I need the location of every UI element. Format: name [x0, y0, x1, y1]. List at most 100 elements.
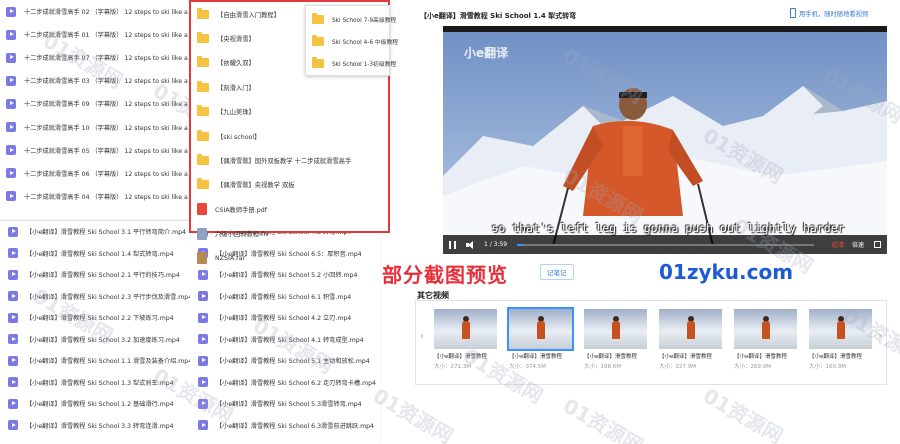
folder-item[interactable]: 六级小回转教程.flv [191, 222, 388, 246]
video-frame [443, 26, 887, 254]
progress-fill [517, 243, 524, 246]
video-thumbnail[interactable]: 【小e翻译】滑雪教程 大小：269.9M [734, 309, 797, 370]
file-item[interactable]: 十二步成就滑雪高手 04 （字幕版） 12 steps to ski like … [0, 185, 190, 208]
folder-item[interactable]: 【刻滑入门】 [191, 75, 388, 99]
video-thumbnail[interactable]: 【小e翻译】滑雪教程 大小：227.9M [659, 309, 722, 370]
file-name: 【小e翻译】滑雪教程 Ski School 5.2 小回转.mp4 [216, 272, 358, 280]
video-file-icon [8, 377, 18, 388]
file-item[interactable]: 【小e翻译】滑雪教程 Ski School 3.2 加速度练习.mp4 [0, 329, 190, 351]
mobile-link-label: 用手机，随时随地看视频 [799, 10, 869, 18]
folder-name: 【央视滑雪】 [217, 36, 255, 44]
folder-item[interactable]: CSIA教师手册.pdf [191, 197, 388, 221]
file-item[interactable]: 【小e翻译】滑雪教程 Ski School 3.1 平行转弯简介.mp4 [0, 221, 190, 243]
video-thumbnail[interactable]: 【小e翻译】滑雪教程 大小：198.6M [584, 309, 647, 370]
video-thumbnail[interactable]: 【小e翻译】滑雪教程 大小：271.3M [434, 309, 497, 370]
thumbnail-size: 大小：374.5M [509, 364, 546, 370]
file-item[interactable]: 十二步成就滑雪高手 09 （字幕版） 12 steps to ski like … [0, 92, 190, 115]
file-item[interactable]: 十二步成就滑雪高手 02 （字幕版） 12 steps to ski like … [0, 0, 190, 23]
file-item[interactable]: 【小e翻译】滑雪教程 Ski School 2.2 下坡练习.mp4 [0, 307, 190, 329]
file-item[interactable]: 【小e翻译】滑雪教程 Ski School 6.2 走刃转弯卡槽.mp4 [190, 372, 380, 394]
quality-button[interactable]: 超清 [832, 240, 844, 249]
fullscreen-icon[interactable] [874, 241, 881, 248]
video-title: 【小e翻译】滑雪教程 Ski School 1.4 犁式转弯 [420, 12, 577, 20]
file-name: 【小e翻译】滑雪教程 Ski School 3.1 平行转弯简介.mp4 [26, 229, 186, 237]
file-name: 【小e翻译】滑雪教程 Ski School 3.2 加速度练习.mp4 [26, 336, 180, 344]
progress-bar[interactable] [517, 243, 814, 246]
thumbnail-strip: ‹ › 【小e翻译】滑雪教程 大小：271.3M 【小e翻译】滑雪教程 大小：374.… [415, 300, 887, 385]
arrow-right-icon[interactable]: › [878, 331, 882, 342]
file-name: 【小e翻译】滑雪教程 Ski School 6.2 走刃转弯卡槽.mp4 [216, 379, 376, 387]
file-item[interactable]: 【小e翻译】滑雪教程 Ski School 1.1 滑雪及装备介绍.mp4 [0, 350, 190, 372]
file-name: 十二步成就滑雪高手 04 （字幕版） 12 steps to ski like … [24, 193, 190, 201]
file-name: 【小e翻译】滑雪教程 Ski School 4.1 转弯成型.mp4 [216, 336, 364, 344]
thumbnail-size: 大小：198.6M [584, 364, 621, 370]
file-item[interactable]: 【小e翻译】滑雪教程 Ski School 3.3 转弯连滑.mp4 [0, 415, 190, 437]
file-item[interactable]: 【小e翻译】滑雪教程 Ski School 6.3滑雪前进跳跃.mp4 [190, 415, 380, 437]
file-name: 【小e翻译】滑雪教程 Ski School 1.4 犁式转弯.mp4 [26, 250, 174, 258]
folder-item[interactable]: 【九山美珠】 [191, 100, 388, 124]
file-item[interactable]: 十二步成就滑雪高手 10 （字幕版） 12 steps to ski like … [0, 115, 190, 138]
file-name: 【小e翻译】滑雪教程 Ski School 2.3 平行步伐及滑雪.mp4 [26, 293, 190, 301]
volume-icon[interactable] [466, 240, 476, 249]
video-thumbnail[interactable]: 【小e翻译】滑雪教程 大小：160.3M [809, 309, 872, 370]
file-name: 【小e翻译】滑雪教程 Ski School 3.3 转弯连滑.mp4 [26, 422, 174, 430]
file-item[interactable]: 【小e翻译】滑雪教程 Ski School 5.1 主动和放松.mp4 [190, 350, 380, 372]
file-name: 十二步成就滑雪高手 09 （字幕版） 12 steps to ski like … [24, 101, 190, 109]
player-controls: 1 / 3:59 超清 倍速 [443, 235, 887, 254]
submenu-item[interactable]: Ski School 4-6 中级教程 [306, 30, 398, 52]
folder-item[interactable]: 【偶滑雪歌】央视教学 双板 [191, 173, 388, 197]
file-item[interactable]: 【小e翻译】滑雪教程 Ski School 1.3 犁式刹车.mp4 [0, 372, 190, 394]
file-item[interactable]: 【小e翻译】滑雪教程 Ski School 1.2 基础滑行.mp4 [0, 393, 190, 415]
submenu-label: Ski School 1-3初级教程 [332, 61, 397, 68]
video-file-icon [8, 291, 18, 302]
video-thumbnail[interactable]: 【小e翻译】滑雪教程 大小：374.5M [507, 307, 574, 370]
file-item[interactable]: 十二步成就滑雪高手 06 （字幕版） 12 steps to ski like … [0, 162, 190, 185]
file-item[interactable]: 【小e翻译】滑雪教程 Ski School 4.2 立刃.mp4 [190, 307, 380, 329]
file-item[interactable]: 【小e翻译】滑雪教程 Ski School 4.1 转弯成型.mp4 [190, 329, 380, 351]
file-item[interactable]: 【小e翻译】滑雪教程 Ski School 2.1 平行的技巧.mp4 [0, 264, 190, 286]
folder-icon [197, 154, 209, 166]
video-file-icon [197, 227, 207, 240]
pause-icon[interactable] [449, 240, 456, 249]
note-button[interactable]: 记笔记 [540, 264, 574, 280]
folder-icon [197, 56, 209, 68]
folder-name: NZSIA.rar [215, 254, 246, 262]
phone-icon [790, 8, 796, 18]
file-item[interactable]: 十二步成就滑雪高手 07 （字幕版） 12 steps to ski like … [0, 46, 190, 69]
file-item[interactable]: 【小e翻译】滑雪教程 Ski School 1.4 犁式转弯.mp4 [0, 243, 190, 265]
video-file-icon [6, 191, 16, 202]
submenu-item[interactable]: Ski School 1-3初级教程 [306, 52, 396, 74]
file-name: 【小e翻译】滑雪教程 Ski School 1.1 滑雪及装备介绍.mp4 [26, 358, 190, 366]
folder-icon [197, 7, 209, 19]
video-player[interactable]: 小e翻译 so that's left leg is gonna push ou… [443, 26, 887, 254]
speed-button[interactable]: 倍速 [852, 240, 864, 249]
folder-icon [197, 80, 209, 92]
skier-shape [612, 321, 620, 339]
thumbnail-caption: 【小e翻译】滑雪教程 [509, 354, 562, 360]
folder-item[interactable]: NZSIA.rar [191, 246, 388, 270]
folder-name: 六级小回转教程.flv [215, 231, 269, 239]
video-subtitle: so that's left leg is gonna push out lig… [491, 221, 845, 235]
skier-shape [762, 321, 770, 339]
file-item[interactable]: 十二步成就滑雪高手 01 （字幕版） 12 steps to ski like … [0, 23, 190, 46]
folder-icon [312, 56, 324, 68]
folder-item[interactable]: 【ski school】 [191, 124, 388, 148]
video-file-icon [198, 377, 208, 388]
file-item[interactable]: 十二步成就滑雪高手 03 （字幕版） 12 steps to ski like … [0, 69, 190, 92]
video-file-icon [6, 122, 16, 133]
mobile-watch-link[interactable]: 用手机，随时随地看视频 [790, 8, 868, 18]
folder-name: 【自由滑雪入门教程】 [217, 11, 280, 19]
archive-icon [197, 252, 207, 265]
file-item[interactable]: 【小e翻译】滑雪教程 Ski School 2.3 平行步伐及滑雪.mp4 [0, 286, 190, 308]
folder-item[interactable]: 【偶滑雪歌】国外双板教学 十二步成就滑雪高手 [191, 148, 388, 172]
file-item[interactable]: 【小e翻译】滑雪教程 Ski School 6.1 积雪.mp4 [190, 286, 380, 308]
file-name: 十二步成就滑雪高手 10 （字幕版） 12 steps to ski like … [24, 124, 190, 132]
arrow-left-icon[interactable]: ‹ [420, 331, 424, 342]
video-file-icon [6, 6, 16, 17]
video-file-icon [198, 334, 208, 345]
file-item[interactable]: 【小e翻译】滑雪教程 Ski School 5.3滑雪转弯.mp4 [190, 393, 380, 415]
file-item[interactable]: 十二步成就滑雪高手 05 （字幕版） 12 steps to ski like … [0, 139, 190, 162]
thumbnail-caption: 【小e翻译】滑雪教程 [809, 354, 862, 360]
thumbnail-size: 大小：271.3M [434, 364, 471, 370]
submenu-item[interactable]: Ski School 7-9高级教程 [306, 8, 396, 30]
